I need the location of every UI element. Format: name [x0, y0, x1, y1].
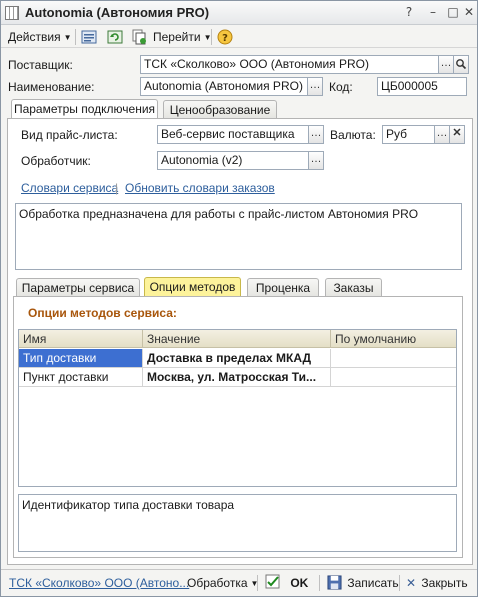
table-cell-value[interactable]: Москва, ул. Матросская Ти... [143, 368, 331, 387]
processing-menu-button[interactable]: Обработка ▼ [187, 574, 258, 592]
chevron-down-icon: ▼ [63, 33, 72, 42]
tab-service-params[interactable]: Параметры сервиса [16, 278, 140, 297]
ok-check-icon [265, 574, 280, 589]
maximize-icon[interactable]: □ [445, 5, 461, 20]
update-dictionaries-link[interactable]: Обновить словари заказов [125, 181, 275, 195]
currency-field[interactable]: Руб [382, 125, 435, 144]
save-button[interactable]: Записать [327, 574, 399, 592]
toolbar-divider [75, 29, 76, 45]
ok-label: OK [290, 576, 309, 590]
links-divider: | [115, 181, 119, 195]
bottom-divider [319, 575, 320, 591]
pricelist-type-field[interactable]: Веб-сервис поставщика [157, 125, 309, 144]
currency-select-button[interactable]: … [434, 125, 450, 144]
column-header-name[interactable]: Имя [19, 330, 143, 348]
table-cell-default[interactable] [331, 349, 456, 368]
svg-text:?: ? [222, 33, 228, 44]
tab-method-options[interactable]: Опции методов [144, 277, 241, 297]
supplier-label: Поставщик: [8, 58, 73, 72]
bottom-divider [399, 575, 400, 591]
code-label: Код: [329, 80, 353, 94]
description-textarea[interactable]: Обработка предназначена для работы с пра… [15, 203, 462, 270]
goto-label: Перейти [153, 30, 201, 44]
search-icon[interactable] [453, 55, 469, 74]
bottom-bar: ТСК «Сколково» ООО (Автоно... Обработка ▼… [1, 569, 477, 596]
table-cell-name[interactable]: Тип доставки [19, 349, 143, 368]
goto-menu-button[interactable]: Перейти ▼ [153, 28, 211, 46]
actions-label: Действия [8, 30, 61, 44]
handler-field[interactable]: Autonomia (v2) [157, 151, 309, 170]
pricelist-type-label: Вид прайс-листа: [21, 128, 118, 142]
name-field[interactable]: Autonomia (Автономия PRO) [140, 77, 308, 96]
tab-pricing-check[interactable]: Проценка [247, 278, 319, 297]
toolbar: Действия ▼ Перейти ▼ ? [1, 26, 477, 48]
tab-pricing[interactable]: Ценообразование [163, 100, 277, 119]
service-dictionaries-link[interactable]: Словари сервиса [21, 181, 118, 195]
close-icon[interactable]: ✕ [461, 5, 477, 20]
hint-textarea[interactable]: Идентификатор типа доставки товара [18, 494, 457, 552]
form-window: Autonomia (Автономия PRO) ? – □ ✕ Действ… [0, 0, 478, 597]
help-circle-icon[interactable]: ? [217, 29, 233, 45]
actions-menu-button[interactable]: Действия ▼ [8, 28, 72, 46]
code-field[interactable]: ЦБ000005 [377, 77, 467, 96]
ok-button[interactable]: OK [265, 574, 308, 592]
processing-label: Обработка [187, 576, 248, 590]
minimize-icon[interactable]: – [425, 5, 441, 20]
refresh-icon[interactable] [107, 29, 123, 45]
pricelist-type-select-button[interactable]: … [308, 125, 324, 144]
supplier-footer-link[interactable]: ТСК «Сколково» ООО (Автоно... [9, 576, 189, 590]
close-x-icon: ✕ [406, 576, 417, 590]
supplier-field[interactable]: ТСК «Сколково» ООО (Автономия PRO) [140, 55, 439, 74]
window-title: Autonomia (Автономия PRO) [25, 5, 210, 20]
options-table: Имя Значение По умолчанию Тип доставки Д… [18, 329, 457, 487]
handler-select-button[interactable]: … [308, 151, 324, 170]
close-button[interactable]: ✕ Закрыть [406, 574, 468, 592]
toolbar-divider [211, 29, 212, 45]
currency-label: Валюта: [330, 128, 376, 142]
name-label: Наименование: [8, 80, 95, 94]
tab-orders[interactable]: Заказы [325, 278, 382, 297]
table-cell-name[interactable]: Пункт доставки [19, 368, 143, 387]
form-grid-icon [5, 6, 19, 20]
list-navigate-icon[interactable] [81, 29, 97, 45]
tab-connection-params[interactable]: Параметры подключения [11, 99, 158, 119]
table-cell-value[interactable]: Доставка в пределах МКАД [143, 349, 331, 368]
table-cell-default[interactable] [331, 368, 456, 387]
name-open-button[interactable]: … [307, 77, 323, 96]
title-bar: Autonomia (Автономия PRO) ? – □ ✕ [1, 1, 477, 25]
column-header-value[interactable]: Значение [143, 330, 331, 348]
handler-label: Обработчик: [21, 154, 91, 168]
bottom-divider [257, 575, 258, 591]
column-header-default[interactable]: По умолчанию [331, 330, 456, 348]
clear-icon[interactable]: ✕ [449, 125, 465, 144]
save-icon [327, 575, 342, 590]
close-label: Закрыть [421, 576, 468, 590]
copy-document-icon[interactable] [131, 29, 147, 45]
save-label: Записать [347, 576, 399, 590]
supplier-select-button[interactable]: … [438, 55, 454, 74]
options-heading: Опции методов сервиса: [28, 306, 177, 320]
help-icon[interactable]: ? [401, 5, 417, 20]
